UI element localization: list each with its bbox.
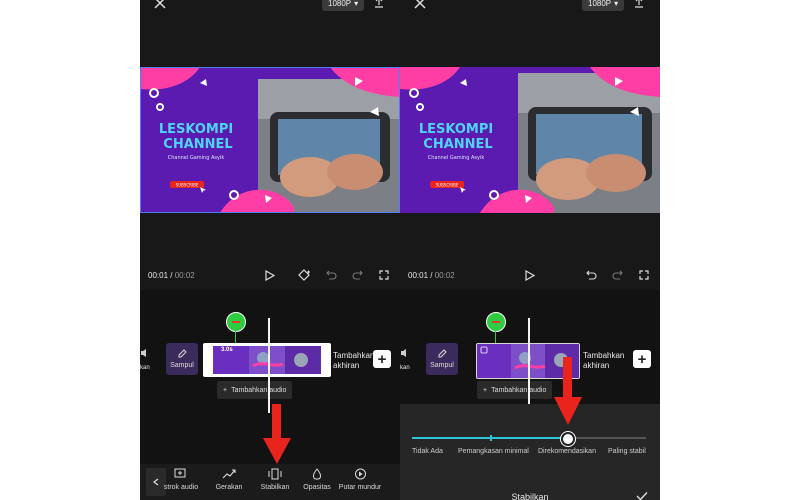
thumb-tagline: Channel Gaming Asyik	[428, 155, 485, 161]
stabilize-slider[interactable]	[412, 430, 646, 446]
undo-icon[interactable]	[325, 269, 337, 281]
add-clip-button[interactable]: +	[633, 350, 651, 368]
video-clip-selected[interactable]: 3.0s	[203, 343, 331, 377]
keyframe-marker[interactable]	[486, 312, 506, 332]
add-ending-line1: Tambahkan	[333, 351, 375, 360]
waveform-icon	[174, 468, 186, 478]
resolution-label: 1080P	[588, 0, 612, 8]
tool-opacity[interactable]: Opasitas	[294, 468, 340, 491]
opacity-icon	[312, 468, 322, 480]
playhead[interactable]	[268, 318, 270, 413]
time-readout: 00:01 / 00:02	[408, 271, 455, 280]
stabilize-option-minimal[interactable]: Pemangkasan minimal	[458, 448, 529, 455]
thumb-title-line2: CHANNEL	[423, 137, 492, 152]
cover-label: Sampul	[170, 362, 194, 369]
close-icon[interactable]	[152, 0, 168, 10]
editor-panel-right: 1080P ▾ LESKOMPI CHANNEL Channel Gaming …	[400, 0, 660, 500]
play-icon[interactable]	[524, 269, 536, 281]
thumb-title-line2: CHANNEL	[163, 137, 232, 152]
stabilize-option-recommended[interactable]: Direkomendasikan	[538, 448, 596, 455]
thumb-tagline: Channel Gaming Asyik	[168, 155, 225, 161]
add-audio-button[interactable]: + Tambahkan audio	[217, 381, 293, 399]
chevron-down-icon: ▾	[354, 0, 359, 8]
cover-button[interactable]: Sampul	[426, 343, 458, 375]
plus-icon: +	[483, 386, 488, 394]
edit-icon	[438, 349, 447, 358]
add-ending-line2: akhiran	[333, 361, 360, 370]
redo-icon[interactable]	[611, 269, 623, 281]
thumb-subscribe: SUBSCRIBE	[436, 183, 459, 188]
tool-reverse[interactable]: Putar mundur	[337, 468, 383, 491]
time-total: 00:02	[174, 271, 195, 280]
confirm-check-icon[interactable]	[635, 490, 649, 500]
tool-label: Putar mundur	[338, 484, 382, 491]
partial-track-label: kan	[400, 365, 410, 371]
add-audio-button[interactable]: + Tambahkan audio	[477, 381, 553, 399]
cover-label: Sampul	[430, 362, 454, 369]
marker-stem	[495, 331, 496, 343]
chevron-down-icon: ▾	[614, 0, 619, 8]
undo-icon[interactable]	[585, 269, 597, 281]
tool-audio-stroke[interactable]: strok audio	[158, 468, 204, 491]
editor-panel-left: 1080P ▾ LESKOMPI CHANNEL Channel Gaming …	[140, 0, 400, 500]
motion-icon	[222, 469, 236, 479]
tool-stabilize[interactable]: Stabilkan	[252, 468, 298, 491]
plus-icon: +	[223, 386, 228, 394]
marker-stem	[235, 331, 236, 343]
fullscreen-icon[interactable]	[378, 269, 390, 281]
audio-track-icon[interactable]	[140, 348, 148, 358]
close-icon[interactable]	[412, 0, 428, 10]
export-icon[interactable]	[372, 0, 386, 10]
tool-label: strok audio	[163, 484, 199, 491]
fullscreen-icon[interactable]	[638, 269, 650, 281]
thumb-title-line1: LESKOMPI	[419, 122, 493, 137]
resolution-dropdown[interactable]: 1080P ▾	[322, 0, 365, 11]
add-clip-button[interactable]: +	[373, 350, 391, 368]
audio-track-icon[interactable]	[400, 348, 408, 358]
slider-knob[interactable]	[561, 432, 575, 446]
thumb-title-line1: LESKOMPI	[159, 122, 233, 137]
bottom-toolbar: strok audio Gerakan Stabilkan Opasitas P…	[140, 464, 400, 500]
tool-label: Opasitas	[303, 484, 331, 491]
partial-track-label: kan	[140, 365, 150, 371]
play-icon[interactable]	[264, 269, 276, 281]
playhead[interactable]	[528, 318, 530, 404]
stabilize-panel: Tidak Ada Pemangkasan minimal Direkomend…	[400, 404, 660, 500]
red-arrow-annotation	[263, 404, 291, 464]
clip-duration: 3.0s	[221, 347, 233, 353]
keyframe-marker[interactable]	[226, 312, 246, 332]
time-current: 00:01	[408, 271, 429, 280]
red-arrow-annotation	[554, 357, 582, 425]
time-total: 00:02	[434, 271, 455, 280]
thumb-subscribe: SUBSCRIBE	[176, 183, 199, 188]
slider-tick	[490, 435, 492, 441]
add-audio-label: Tambahkan audio	[231, 386, 287, 394]
add-ending-label[interactable]: Tambahkan akhiran	[583, 351, 624, 371]
resolution-label: 1080P	[328, 0, 352, 8]
video-preview: LESKOMPI CHANNEL Channel Gaming Asyik SU…	[140, 67, 400, 213]
time-readout: 00:01 / 00:02	[148, 271, 195, 280]
video-preview: LESKOMPI CHANNEL Channel Gaming Asyik SU…	[400, 67, 660, 213]
reverse-icon	[354, 468, 366, 480]
time-current: 00:01	[148, 271, 169, 280]
tool-motion[interactable]: Gerakan	[206, 468, 252, 491]
add-ending-label[interactable]: Tambahkan akhiran	[333, 351, 374, 371]
edit-icon	[178, 349, 187, 358]
resolution-dropdown[interactable]: 1080P ▾	[582, 0, 625, 11]
stabilize-option-none[interactable]: Tidak Ada	[412, 448, 443, 455]
add-ending-line1: Tambahkan	[583, 351, 625, 360]
stabilize-option-most-stable[interactable]: Paling stabil	[608, 448, 646, 455]
add-ending-line2: akhiran	[583, 361, 610, 370]
keyframe-icon[interactable]	[297, 268, 311, 282]
stabilize-icon	[268, 468, 282, 480]
tool-label: Gerakan	[215, 484, 243, 491]
add-audio-label: Tambahkan audio	[491, 386, 547, 394]
export-icon[interactable]	[632, 0, 646, 10]
stabilize-title: Stabilkan	[511, 492, 549, 500]
tool-label: Stabilkan	[260, 484, 290, 491]
cover-button[interactable]: Sampul	[166, 343, 198, 375]
redo-icon[interactable]	[351, 269, 363, 281]
